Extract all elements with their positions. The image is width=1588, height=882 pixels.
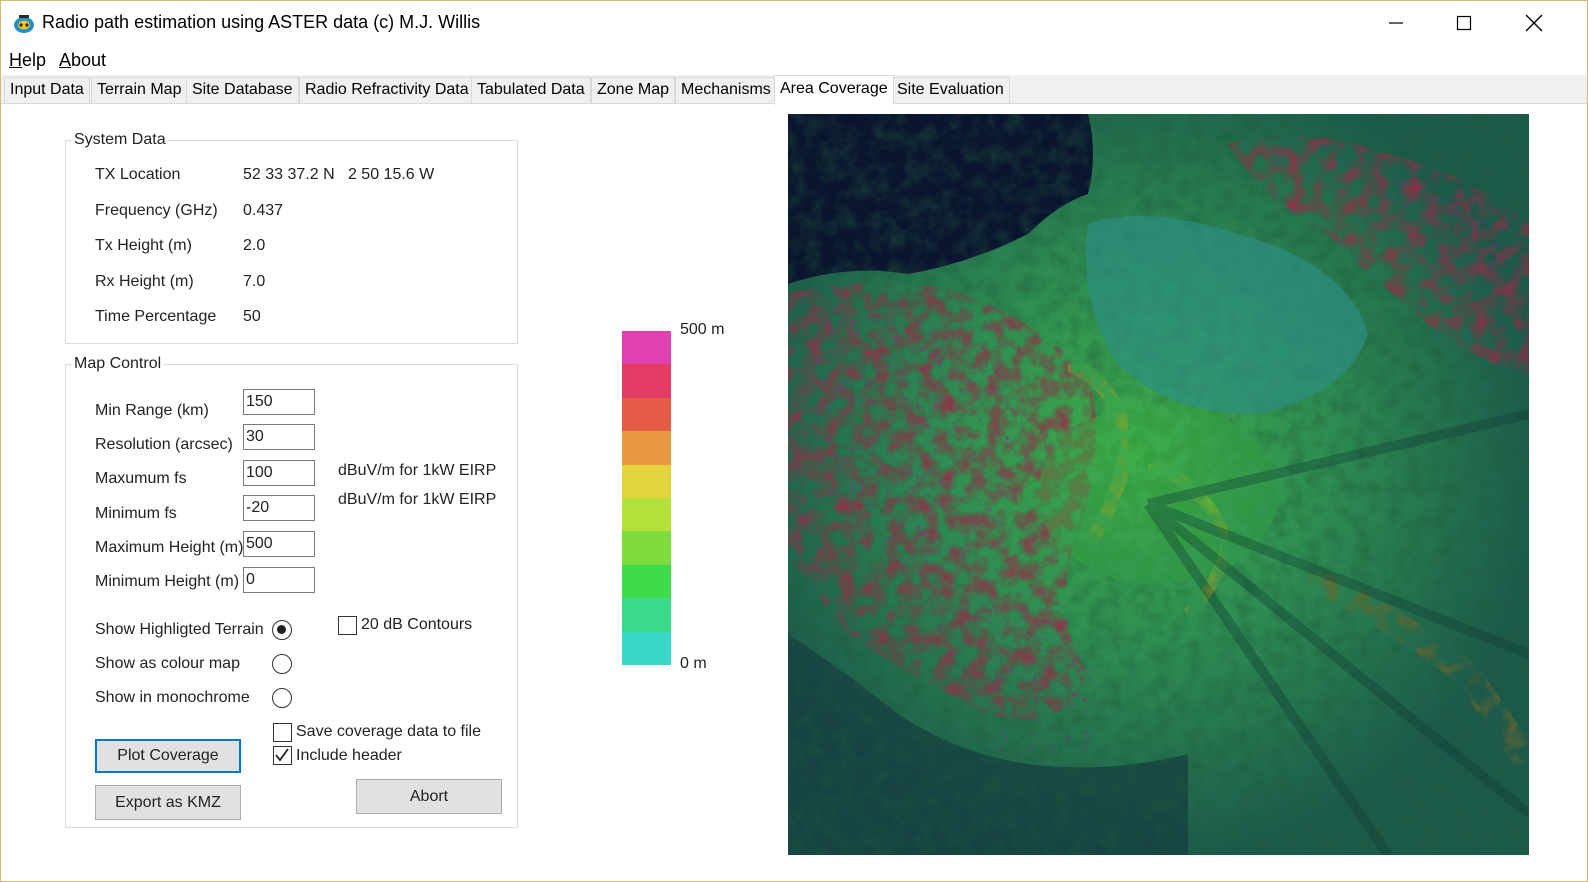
menu-about[interactable]: About <box>59 50 106 71</box>
frequency-value: 0.437 <box>243 202 284 219</box>
scale-bottom-label: 0 m <box>680 655 707 672</box>
tx-height-label: Tx Height (m) <box>95 237 192 254</box>
minimum-fs-unit: dBuV/m for 1kW EIRP <box>338 491 497 508</box>
abort-button[interactable]: Abort <box>356 779 502 814</box>
scale-band-5 <box>622 497 671 532</box>
contours-checkbox[interactable] <box>338 616 357 635</box>
tab-tabulated-data[interactable]: Tabulated Data <box>471 77 591 103</box>
tab-zone-map[interactable]: Zone Map <box>591 77 676 103</box>
scale-top-label: 500 m <box>680 321 725 338</box>
maximum-fs-label: Maxumum fs <box>95 470 187 487</box>
highlighted-terrain-label: Show Highligted Terrain <box>95 621 264 638</box>
coverage-map[interactable] <box>788 114 1529 855</box>
tx-location-value: 52 33 37.2 N 2 50 15.6 W <box>243 166 435 183</box>
tab-strip: Input Data Terrain Map Site Database Rad… <box>1 75 1587 105</box>
maximum-height-label: Maximum Height (m) <box>95 539 244 556</box>
map-control-title: Map Control <box>72 355 164 373</box>
radio-selected-dot <box>277 625 286 634</box>
tab-terrain-map[interactable]: Terrain Map <box>91 77 188 103</box>
menu-help-accel: H <box>9 50 22 70</box>
scale-band-4 <box>622 464 671 498</box>
contours-label: 20 dB Contours <box>361 616 473 633</box>
close-icon <box>1525 14 1543 32</box>
menu-about-accel: A <box>59 50 72 70</box>
tx-location-label: TX Location <box>95 166 181 183</box>
plot-coverage-button[interactable]: Plot Coverage <box>95 739 241 773</box>
maximize-icon <box>1456 15 1472 31</box>
include-header-label: Include header <box>296 747 402 764</box>
scale-band-8 <box>622 598 671 632</box>
minimize-button[interactable] <box>1361 1 1431 45</box>
export-kmz-button[interactable]: Export as KMZ <box>95 785 241 820</box>
app-icon <box>14 15 34 33</box>
minimize-icon <box>1389 22 1403 24</box>
colour-map-radio[interactable] <box>272 654 292 674</box>
minimum-fs-label: Minimum fs <box>95 505 177 522</box>
scale-band-3 <box>622 431 671 465</box>
scale-band-2 <box>622 397 671 432</box>
check-mark-icon <box>275 748 289 762</box>
app-window: Radio path estimation using ASTER data (… <box>0 0 1588 882</box>
tab-mechanisms[interactable]: Mechanisms <box>675 77 777 103</box>
frequency-label: Frequency (GHz) <box>95 202 218 219</box>
resolution-label: Resolution (arcsec) <box>95 436 233 453</box>
colour-map-label: Show as colour map <box>95 655 240 672</box>
min-range-input[interactable] <box>243 389 315 415</box>
resolution-input[interactable] <box>243 424 315 450</box>
coverage-core <box>1038 404 1278 584</box>
scale-band-1 <box>622 364 671 398</box>
scale-band-6 <box>622 531 671 565</box>
rx-height-label: Rx Height (m) <box>95 273 194 290</box>
maximum-fs-unit: dBuV/m for 1kW EIRP <box>338 462 497 479</box>
time-percentage-value: 50 <box>243 308 261 325</box>
height-color-scale <box>622 331 671 665</box>
minimum-fs-input[interactable] <box>243 495 315 521</box>
title-bar[interactable]: Radio path estimation using ASTER data (… <box>1 1 1587 45</box>
tab-radio-refractivity-data[interactable]: Radio Refractivity Data <box>299 77 475 103</box>
maximum-height-input[interactable] <box>243 531 315 557</box>
include-header-checkbox[interactable] <box>273 746 292 765</box>
scale-band-9 <box>622 631 671 665</box>
monochrome-radio[interactable] <box>272 688 292 708</box>
highlighted-terrain-radio[interactable] <box>272 620 292 640</box>
tab-site-database[interactable]: Site Database <box>186 77 299 103</box>
scale-band-7 <box>622 564 671 599</box>
tab-area-coverage[interactable]: Area Coverage <box>774 75 894 105</box>
menu-help-label: elp <box>22 50 47 70</box>
window-title: Radio path estimation using ASTER data (… <box>42 12 481 32</box>
system-data-title: System Data <box>72 131 168 149</box>
time-percentage-label: Time Percentage <box>95 308 217 325</box>
menu-help[interactable]: Help <box>9 50 46 71</box>
scale-band-0 <box>622 331 671 365</box>
save-data-label: Save coverage data to file <box>296 723 482 740</box>
tab-input-data[interactable]: Input Data <box>4 77 90 103</box>
menu-about-label: bout <box>71 50 107 70</box>
minimum-height-label: Minimum Height (m) <box>95 573 240 590</box>
close-button[interactable] <box>1499 1 1569 45</box>
maximize-button[interactable] <box>1429 1 1499 45</box>
rx-height-value: 7.0 <box>243 273 266 290</box>
tx-height-value: 2.0 <box>243 237 266 254</box>
min-range-label: Min Range (km) <box>95 402 209 419</box>
tab-site-evaluation[interactable]: Site Evaluation <box>891 77 1010 103</box>
save-data-checkbox[interactable] <box>273 723 292 742</box>
monochrome-label: Show in monochrome <box>95 689 250 706</box>
maximum-fs-input[interactable] <box>243 460 315 486</box>
minimum-height-input[interactable] <box>243 567 315 593</box>
